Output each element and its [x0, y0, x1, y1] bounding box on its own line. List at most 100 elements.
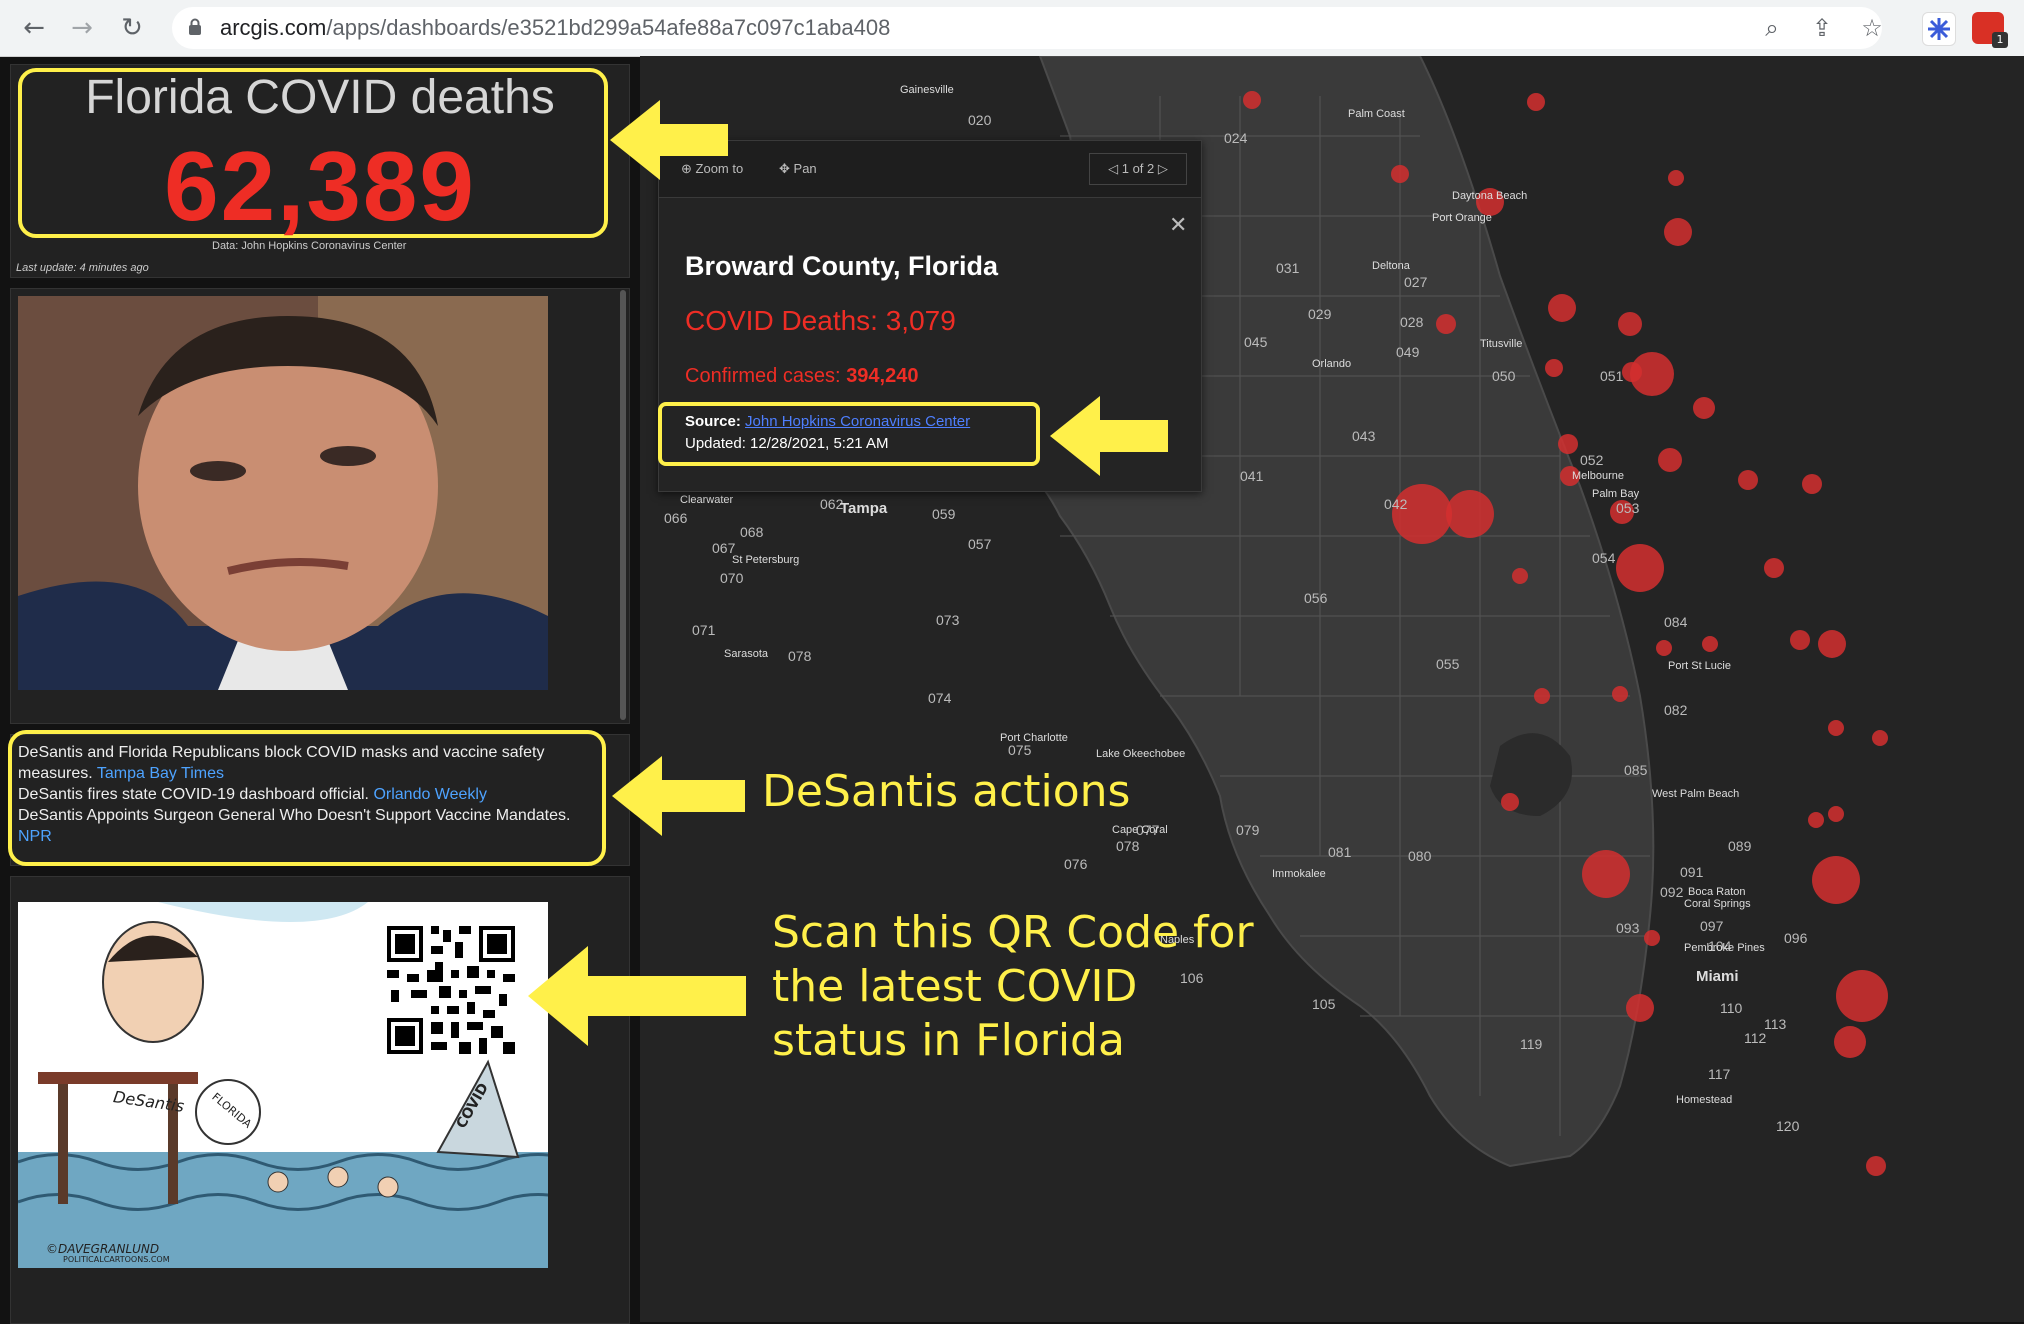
popup-deaths: COVID Deaths: 3,079: [685, 305, 956, 336]
zip-label: 052: [1580, 452, 1604, 468]
case-dot[interactable]: [1656, 640, 1672, 656]
reload-icon[interactable]: ↻: [116, 12, 148, 44]
case-dot[interactable]: [1818, 630, 1846, 658]
cartoon-site: POLITICALCARTOONS.COM: [63, 1255, 170, 1264]
back-arrow-icon[interactable]: ←: [18, 12, 50, 44]
zip-label: 053: [1616, 500, 1640, 516]
case-dot[interactable]: [1545, 359, 1563, 377]
news-link-npr[interactable]: NPR: [18, 828, 52, 845]
close-icon[interactable]: ✕: [1169, 213, 1187, 238]
zip-label: 050: [1492, 368, 1516, 384]
case-dot[interactable]: [1802, 474, 1822, 494]
case-dot[interactable]: [1693, 397, 1715, 419]
address-bar[interactable]: arcgis.com/apps/dashboards/e3521bd299a54…: [172, 7, 1883, 49]
arrow-left-icon: [1050, 396, 1168, 476]
popup-cases: Confirmed cases: 394,240: [685, 365, 919, 387]
city-label: Orlando: [1312, 358, 1352, 370]
case-dot[interactable]: [1664, 218, 1692, 246]
last-update: Last update: 4 minutes ago: [16, 262, 149, 274]
city-label: Miami: [1696, 968, 1739, 985]
case-dot[interactable]: [1616, 544, 1664, 592]
city-label: Melbourne: [1572, 470, 1624, 482]
extension-badge-icon[interactable]: 1: [1972, 12, 2008, 48]
case-dot[interactable]: [1808, 812, 1824, 828]
zip-label: 020: [968, 112, 992, 128]
case-dot[interactable]: [1790, 630, 1810, 650]
chevron-right-icon[interactable]: ▷: [1158, 161, 1168, 176]
zip-label: 029: [1308, 306, 1332, 322]
zip-label: 059: [932, 506, 956, 522]
case-dot[interactable]: [1392, 484, 1452, 544]
case-dot[interactable]: [1812, 856, 1860, 904]
case-dot[interactable]: [1738, 470, 1758, 490]
extension-icon[interactable]: [1922, 12, 1956, 46]
zip-label: 041: [1240, 468, 1264, 484]
case-dot[interactable]: [1702, 636, 1718, 652]
city-label: Deltona: [1372, 260, 1410, 272]
case-dot[interactable]: [1243, 91, 1261, 109]
zip-label: 091: [1680, 864, 1704, 880]
case-dot[interactable]: [1872, 730, 1888, 746]
case-dot[interactable]: [1828, 806, 1844, 822]
case-dot[interactable]: [1446, 490, 1494, 538]
browser-toolbar: ← → ↻ arcgis.com/apps/dashboards/e3521bd…: [0, 0, 2024, 57]
zip-label: 092: [1660, 884, 1684, 900]
case-dot[interactable]: [1764, 558, 1784, 578]
zip-label: 071: [692, 622, 716, 638]
zip-label: 051: [1600, 368, 1624, 384]
case-dot[interactable]: [1534, 688, 1550, 704]
political-cartoon: DeSantis FLORIDA COVID ©DAVEGRANLUND POL…: [18, 902, 548, 1268]
case-dot[interactable]: [1501, 793, 1519, 811]
case-dot[interactable]: [1582, 850, 1630, 898]
news-list: DeSantis and Florida Republicans block C…: [18, 742, 598, 847]
case-dot[interactable]: [1527, 93, 1545, 111]
case-dot[interactable]: [1391, 165, 1409, 183]
case-dot[interactable]: [1630, 352, 1674, 396]
zip-label: 093: [1616, 920, 1640, 936]
city-label: Homestead: [1676, 1094, 1733, 1106]
zip-label: 028: [1400, 314, 1424, 330]
popup-pager[interactable]: ◁ 1 of 2 ▷: [1089, 153, 1187, 185]
city-label: Boca Raton: [1688, 886, 1746, 898]
city-label: Port Orange: [1432, 212, 1492, 224]
case-dot[interactable]: [1828, 720, 1844, 736]
case-dot[interactable]: [1658, 448, 1682, 472]
photo-scrollbar[interactable]: [620, 290, 626, 720]
zip-label: 045: [1244, 334, 1268, 350]
qr-code-icon[interactable]: [383, 922, 519, 1058]
case-dot[interactable]: [1668, 170, 1684, 186]
lock-icon: [189, 18, 201, 35]
case-dot[interactable]: [1612, 686, 1628, 702]
zoom-icon[interactable]: ⌕: [1757, 13, 1787, 43]
news-link-tampa-bay-times[interactable]: Tampa Bay Times: [97, 765, 224, 782]
cartoon-signature: ©DAVEGRANLUND: [46, 1242, 160, 1256]
case-dot[interactable]: [1436, 314, 1456, 334]
zip-label: 075: [1008, 742, 1032, 758]
case-dot[interactable]: [1834, 1026, 1866, 1058]
case-dot[interactable]: [1512, 568, 1528, 584]
zip-label: 049: [1396, 344, 1420, 360]
share-icon[interactable]: ⇪: [1807, 13, 1837, 43]
forward-arrow-icon[interactable]: →: [66, 12, 98, 44]
case-dot[interactable]: [1558, 434, 1578, 454]
popup-toolbar: ⊕ Zoom to ✥ Pan ◁ 1 of 2 ▷: [659, 141, 1201, 198]
zip-label: 084: [1664, 614, 1688, 630]
case-dot[interactable]: [1836, 970, 1888, 1022]
case-dot[interactable]: [1626, 994, 1654, 1022]
pan-button[interactable]: ✥ Pan: [779, 161, 817, 177]
case-dot[interactable]: [1548, 294, 1576, 322]
annotation-qr: Scan this QR Code for the latest COVID s…: [772, 907, 1254, 1066]
case-dot[interactable]: [1866, 1156, 1886, 1176]
chevron-left-icon[interactable]: ◁: [1108, 161, 1118, 176]
zip-label: 078: [788, 648, 812, 664]
city-label: West Palm Beach: [1652, 788, 1740, 800]
zip-label: 055: [1436, 656, 1460, 672]
news-link-orlando-weekly[interactable]: Orlando Weekly: [373, 786, 487, 803]
case-dot[interactable]: [1644, 930, 1660, 946]
deaths-title: Florida COVID deaths: [85, 71, 555, 124]
pan-icon: ✥: [779, 161, 790, 176]
zip-label: 081: [1328, 844, 1352, 860]
arrow-left-icon: [610, 100, 728, 180]
bookmark-star-icon[interactable]: ☆: [1857, 13, 1887, 43]
case-dot[interactable]: [1618, 312, 1642, 336]
